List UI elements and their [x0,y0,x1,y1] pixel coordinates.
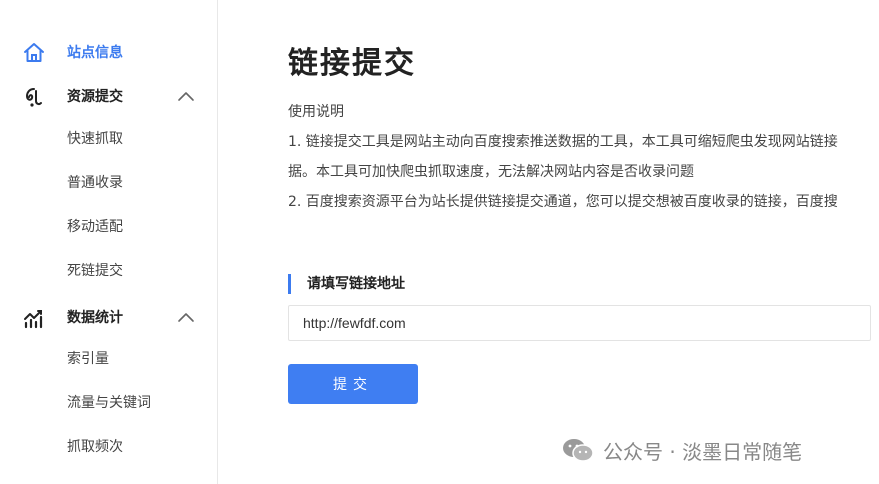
sidebar-group-label: 数据统计 [67,310,123,326]
sidebar-item-label: 站点信息 [67,45,123,61]
sidebar: 站点信息 资源提交 快速抓取 普通收录 移动适配 死链提交 数据统计 索引量 流 [0,0,218,484]
intro-heading: 使用说明 [288,104,344,120]
url-input[interactable] [288,305,871,341]
sidebar-group-data-stats[interactable]: 数据统计 [0,296,218,340]
sidebar-item-index-volume[interactable]: 索引量 [67,337,109,381]
page-title: 链接提交 [288,46,416,81]
sidebar-group-resource-submit[interactable]: 资源提交 [0,75,218,119]
intro-line: 2. 百度搜索资源平台为站长提供链接提交通道，您可以提交想被百度收录的链接，百度… [288,194,838,210]
sidebar-item-site-info[interactable]: 站点信息 [0,31,218,75]
resource-submit-icon [25,88,42,107]
sidebar-item-mobile-adapt[interactable]: 移动适配 [67,205,123,249]
data-stats-icon [24,310,43,329]
home-icon [24,43,44,62]
chevron-up-icon[interactable] [176,89,196,105]
url-section-label: 请填写链接地址 [288,274,405,294]
sidebar-item-crawl-frequency[interactable]: 抓取频次 [67,425,123,469]
main-content: 链接提交 使用说明 1. 链接提交工具是网站主动向百度搜索推送数据的工具，本工具… [288,0,879,484]
watermark-text: 公众号 · 淡墨日常随笔 [603,439,803,464]
sidebar-item-normal-index[interactable]: 普通收录 [67,161,123,205]
intro-line: 据。本工具可加快爬虫抓取速度，无法解决网站内容是否收录问题 [288,164,694,180]
submit-button[interactable]: 提交 [288,364,418,404]
intro-line: 1. 链接提交工具是网站主动向百度搜索推送数据的工具，本工具可缩短爬虫发现网站链… [288,134,838,150]
usage-instructions: 使用说明 1. 链接提交工具是网站主动向百度搜索推送数据的工具，本工具可缩短爬虫… [288,100,879,220]
chevron-up-icon[interactable] [176,310,196,326]
sidebar-item-fast-crawl[interactable]: 快速抓取 [67,117,123,161]
wechat-icon [563,439,594,462]
watermark: 公众号 · 淡墨日常随笔 [561,434,802,466]
sidebar-group-label: 资源提交 [67,89,123,105]
sidebar-item-dead-link[interactable]: 死链提交 [67,249,123,293]
sidebar-item-traffic-keywords[interactable]: 流量与关键词 [67,381,151,425]
